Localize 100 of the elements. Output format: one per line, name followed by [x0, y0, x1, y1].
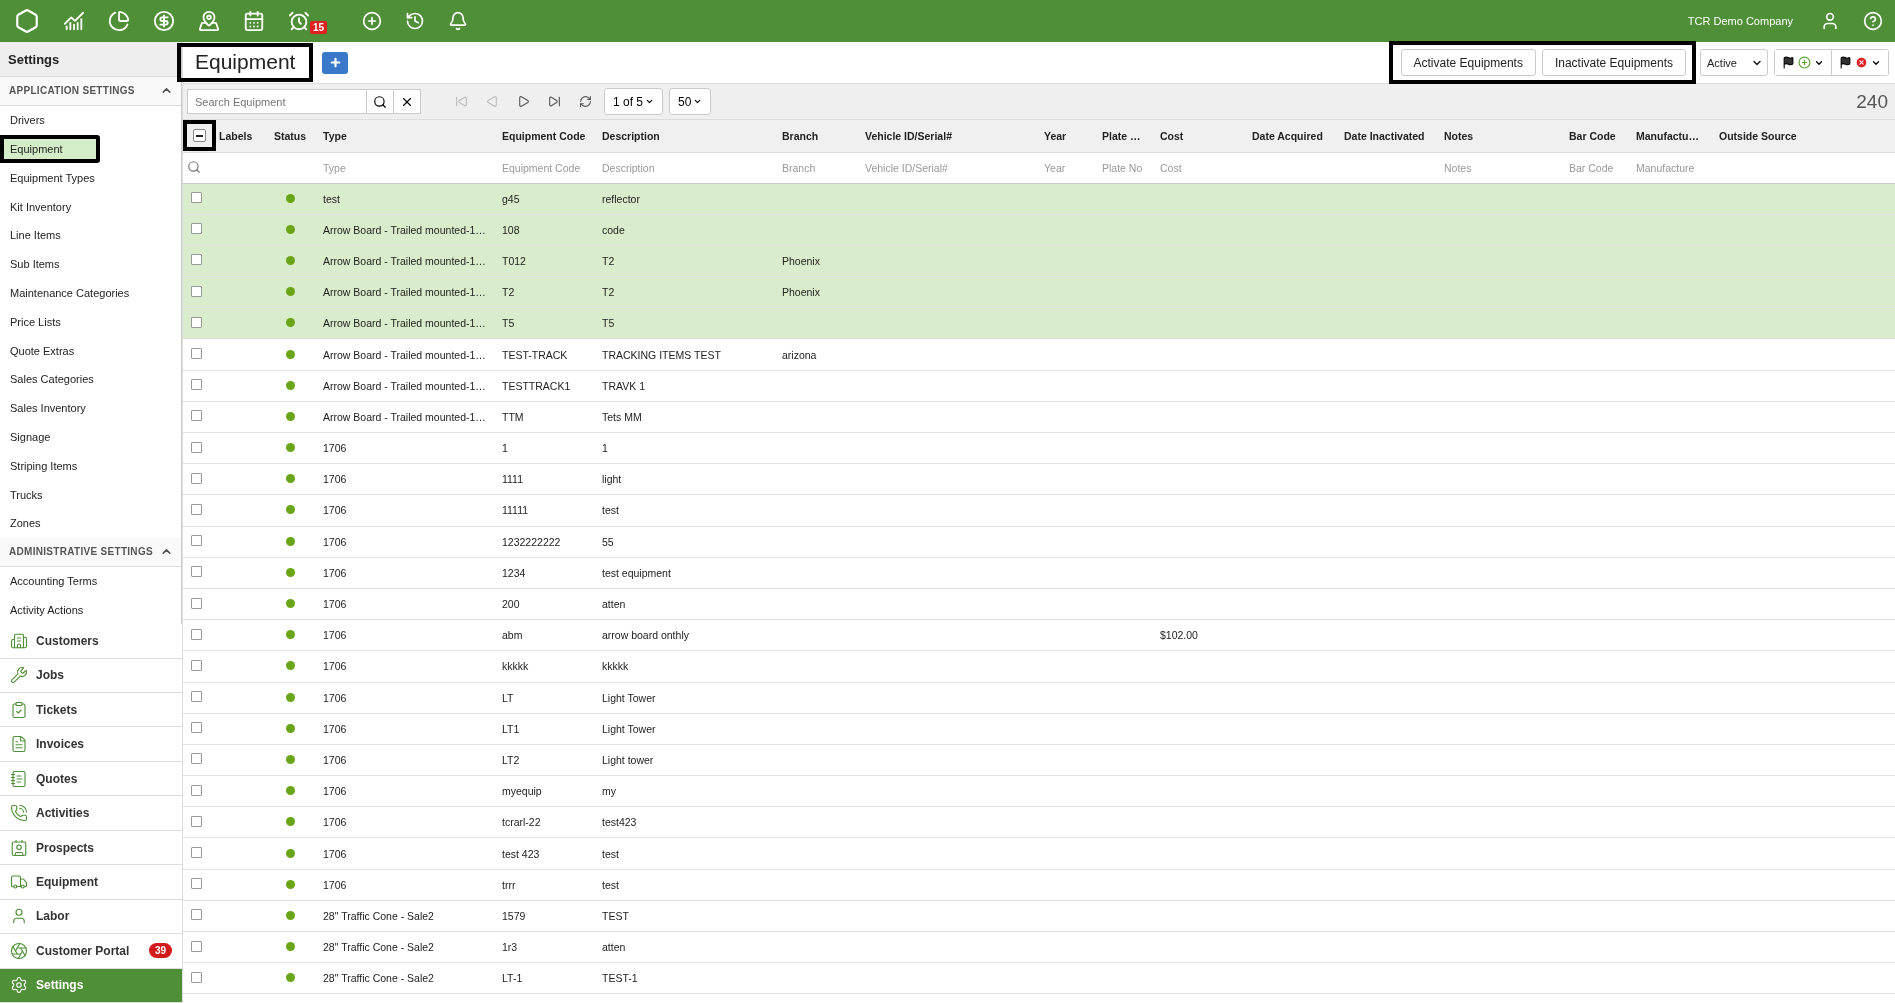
row-checkbox[interactable] [191, 597, 202, 609]
table-row[interactable]: 1706 1234 test equipment [183, 557, 1895, 589]
sidebar-item[interactable]: Sales Inventory [0, 393, 178, 423]
table-row[interactable]: 1706 myequip my [183, 775, 1895, 807]
row-checkbox[interactable] [191, 472, 202, 484]
sidebar-item[interactable]: Kit Inventory [0, 192, 178, 221]
column-header[interactable]: Outside Source [1719, 129, 1797, 142]
search-icon[interactable] [187, 159, 201, 174]
table-row[interactable]: 1706 1111 light [183, 463, 1895, 495]
sidebar-item[interactable]: Sub Items [0, 249, 178, 279]
table-row[interactable]: 1706 LT1 Light Tower [183, 713, 1895, 745]
table-row[interactable]: 1706 kkkkk kkkkk [183, 650, 1895, 682]
filter-field[interactable]: Equipment Code [502, 161, 594, 174]
page-size-dropdown[interactable]: 50 [669, 88, 712, 115]
filter-field[interactable]: Description [602, 161, 774, 174]
table-row[interactable]: Arrow Board - Trailed mounted-1… TTM Tets MM [183, 401, 1895, 433]
table-row[interactable]: Arrow Board - Trailed mounted-1… TESTTRACK1 TRAVK 1 [183, 370, 1895, 402]
row-checkbox[interactable] [191, 379, 202, 391]
column-header[interactable]: Branch [782, 129, 819, 142]
bell-icon[interactable] [448, 11, 468, 31]
row-checkbox[interactable] [191, 815, 202, 827]
sidebar-item[interactable]: Price Lists [0, 307, 178, 337]
table-row[interactable]: Arrow Board - Trailed mounted-1… T2 T2 Phoenix [183, 276, 1895, 308]
row-checkbox[interactable] [191, 316, 202, 328]
alarm-clock-icon[interactable] [288, 10, 310, 32]
row-checkbox[interactable] [191, 691, 202, 703]
table-row[interactable]: Arrow Board - Trailed mounted-1… 108 code [183, 214, 1895, 246]
column-header[interactable]: Year [1044, 129, 1067, 142]
filter-field[interactable]: Cost [1160, 161, 1244, 174]
column-header[interactable]: Cost [1160, 129, 1184, 142]
row-checkbox[interactable] [191, 659, 202, 671]
page-dropdown[interactable]: 1 of 5 [604, 88, 664, 115]
filter-field[interactable]: Plate No [1102, 161, 1152, 174]
table-row[interactable]: Arrow Board - Trailed mounted-1… TEST-TRACK TRACKING ITEMS TEST arizona [183, 338, 1895, 371]
row-checkbox[interactable] [191, 503, 202, 515]
search-button[interactable] [367, 89, 394, 114]
filter-field[interactable]: Year [1044, 161, 1094, 174]
section-header[interactable]: APPLICATION SETTINGS [0, 77, 181, 106]
row-checkbox[interactable] [191, 847, 202, 859]
table-row[interactable]: 1706 11111 test [183, 494, 1895, 527]
sidebar-item[interactable]: Sales Categories [0, 364, 178, 394]
help-icon[interactable] [1863, 11, 1883, 31]
flag-remove-button[interactable] [1831, 50, 1888, 75]
table-row[interactable]: 1706 abm arrow board onthly $102.00 [183, 619, 1895, 651]
table-row[interactable]: 1706 LT Light Tower [183, 682, 1895, 714]
table-row[interactable]: 1706 LT2 Light tower [183, 744, 1895, 776]
row-checkbox[interactable] [191, 909, 202, 921]
table-row[interactable]: 1706 tcrarl-22 test423 [183, 806, 1895, 838]
row-checkbox[interactable] [191, 410, 202, 422]
status-select[interactable]: Active [1700, 49, 1768, 76]
filter-field[interactable]: Type [323, 161, 494, 174]
table-row[interactable]: 1706 trrr test [183, 869, 1895, 901]
table-row[interactable]: 1706 200 atten [183, 588, 1895, 620]
row-checkbox[interactable] [191, 223, 202, 235]
column-header[interactable]: Description [602, 129, 660, 142]
map-pin-icon[interactable] [198, 10, 220, 32]
table-row[interactable]: 28" Traffic Cone - Sale2 1579 TEST [183, 900, 1895, 932]
row-checkbox[interactable] [191, 566, 202, 578]
row-checkbox[interactable] [191, 878, 202, 890]
sidebar-item[interactable]: Equipment Types [0, 163, 178, 193]
table-row[interactable]: test g45 reflector [183, 183, 1895, 215]
add-icon[interactable] [362, 11, 382, 31]
sidebar-item[interactable]: Maintenance Categories [0, 278, 178, 308]
action-button[interactable]: Activate Equipments [1400, 49, 1536, 76]
table-row[interactable]: 1706 1232222222 55 [183, 526, 1895, 558]
sidebar-item[interactable]: Signage [0, 422, 178, 452]
pie-chart-icon[interactable] [108, 10, 130, 32]
company-name[interactable]: TCR Demo Company [1687, 15, 1793, 27]
sidebar-item[interactable]: Zones [0, 508, 178, 538]
search-field[interactable]: Search Equipment [187, 89, 367, 114]
row-checkbox[interactable] [191, 441, 202, 453]
table-row[interactable]: 1706 test 423 test [183, 837, 1895, 870]
row-checkbox[interactable] [191, 940, 202, 952]
sidebar-item[interactable]: Line Items [0, 221, 178, 250]
row-checkbox[interactable] [191, 784, 202, 796]
row-checkbox[interactable] [191, 285, 202, 297]
clear-button[interactable] [394, 89, 421, 114]
sidebar-item[interactable]: Trucks [0, 480, 178, 509]
user-icon[interactable] [1820, 11, 1840, 31]
filter-field[interactable]: Manufacture [1636, 161, 1711, 174]
sidebar-item[interactable]: Striping Items [0, 451, 178, 481]
column-header[interactable]: Type [323, 129, 347, 142]
row-checkbox[interactable] [191, 753, 202, 765]
filter-field[interactable]: Vehicle ID/Serial# [865, 161, 1036, 174]
chart-icon[interactable] [63, 10, 85, 32]
calendar-icon[interactable] [243, 10, 265, 32]
column-header[interactable]: Vehicle ID/Serial# [865, 129, 952, 142]
row-checkbox[interactable] [191, 971, 202, 983]
action-button[interactable]: Inactivate Equipments [1541, 49, 1686, 76]
row-checkbox[interactable] [191, 348, 202, 360]
column-header[interactable]: Notes [1444, 129, 1474, 142]
table-row[interactable]: Arrow Board - Trailed mounted-1… T5 T5 [183, 307, 1895, 339]
row-checkbox[interactable] [191, 535, 202, 547]
history-icon[interactable] [405, 11, 425, 31]
filter-field[interactable]: Bar Code [1569, 161, 1628, 174]
sidebar-item[interactable]: Equipment [0, 134, 100, 164]
table-row[interactable]: 28" Traffic Cone - Sale2 LT-1 TEST-1 [183, 962, 1895, 994]
sidebar-item[interactable]: Quote Extras [0, 336, 178, 365]
logo-hexagon-icon[interactable] [14, 8, 40, 34]
table-row[interactable]: 28" Traffic Cone - Sale2 1r3 atten [183, 931, 1895, 963]
